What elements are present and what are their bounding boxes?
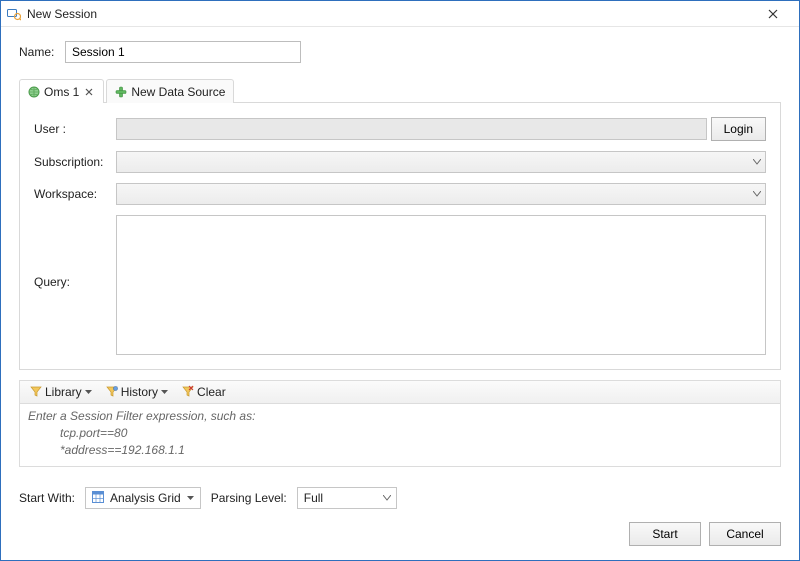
query-input[interactable] <box>116 215 766 355</box>
filter-placeholder-line: Enter a Session Filter expression, such … <box>28 408 772 425</box>
funnel-history-icon <box>106 385 118 400</box>
history-button[interactable]: History <box>100 382 174 402</box>
parsing-level-label: Parsing Level: <box>211 491 287 505</box>
window-close-button[interactable] <box>753 4 793 24</box>
user-input[interactable] <box>116 118 707 140</box>
start-with-label: Start With: <box>19 491 75 505</box>
grid-icon <box>92 491 104 506</box>
chevron-down-icon <box>161 390 168 395</box>
parsing-level-select[interactable]: Full <box>297 487 397 509</box>
filter-placeholder-line: tcp.port==80 <box>28 425 772 442</box>
filter-section: Library History <box>19 380 781 467</box>
user-label: User : <box>34 122 112 136</box>
subscription-value[interactable] <box>116 151 766 173</box>
chevron-down-icon <box>187 496 194 501</box>
globe-icon <box>28 86 40 98</box>
tab-label: Oms 1 <box>44 85 79 99</box>
workspace-row: Workspace: <box>34 183 766 205</box>
clear-button[interactable]: Clear <box>176 382 232 402</box>
window-title: New Session <box>27 7 97 21</box>
library-button[interactable]: Library <box>24 382 98 402</box>
name-row: Name: <box>19 41 781 63</box>
titlebar: New Session <box>1 1 799 27</box>
name-input[interactable] <box>65 41 301 63</box>
tab-new-data-source[interactable]: New Data Source <box>106 79 234 103</box>
funnel-clear-icon <box>182 385 194 400</box>
workspace-label: Workspace: <box>34 187 112 201</box>
funnel-icon <box>30 385 42 400</box>
content-area: Name: Oms 1 <box>1 27 799 512</box>
workspace-value[interactable] <box>116 183 766 205</box>
tab-oms-1[interactable]: Oms 1 <box>19 79 104 103</box>
filter-expression-input[interactable]: Enter a Session Filter expression, such … <box>19 404 781 467</box>
chevron-down-icon <box>383 495 391 501</box>
tab-close-button[interactable] <box>83 86 95 98</box>
start-button[interactable]: Start <box>629 522 701 546</box>
tab-label: New Data Source <box>131 85 225 99</box>
start-with-select[interactable]: Analysis Grid <box>85 487 201 509</box>
user-row: User : Login <box>34 117 766 141</box>
bottom-controls: Start With: Analysis Grid Parsing Lev <box>19 487 781 509</box>
query-row: Query: <box>34 215 766 355</box>
dialog-footer: Start Cancel <box>1 512 799 560</box>
name-label: Name: <box>19 45 59 59</box>
tab-row: Oms 1 New Data S <box>19 79 781 103</box>
tabs-area: Oms 1 New Data S <box>19 79 781 370</box>
filter-toolbar: Library History <box>19 380 781 404</box>
filter-placeholder-line: *address==192.168.1.1 <box>28 442 772 459</box>
clear-label: Clear <box>197 385 226 399</box>
subscription-row: Subscription: <box>34 151 766 173</box>
subscription-label: Subscription: <box>34 155 112 169</box>
history-label: History <box>121 385 158 399</box>
start-with-value: Analysis Grid <box>110 491 181 505</box>
workspace-select[interactable] <box>116 183 766 205</box>
chevron-down-icon <box>85 390 92 395</box>
new-session-dialog: New Session Name: <box>0 0 800 561</box>
login-button[interactable]: Login <box>711 117 766 141</box>
cancel-button[interactable]: Cancel <box>709 522 781 546</box>
tab-panel: User : Login Subscription: Wo <box>19 102 781 370</box>
session-icon <box>7 7 21 21</box>
plus-icon <box>115 86 127 98</box>
title-area: New Session <box>7 7 753 21</box>
query-label: Query: <box>34 215 112 289</box>
library-label: Library <box>45 385 82 399</box>
subscription-select[interactable] <box>116 151 766 173</box>
parsing-level-value: Full <box>304 491 323 505</box>
